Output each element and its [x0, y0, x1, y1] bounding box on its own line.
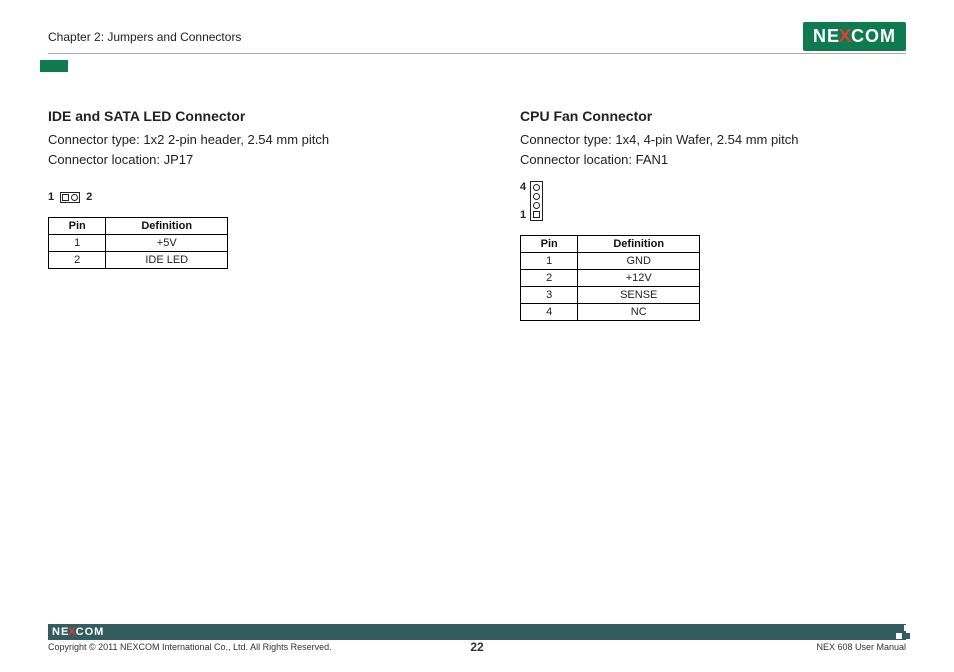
- pin-label-4: 4: [520, 181, 526, 193]
- th-pin: Pin: [49, 218, 106, 235]
- pin-1-icon: [533, 211, 540, 218]
- cell-pin: 2: [521, 270, 578, 287]
- connector-type-line: Connector type: 1x2 2-pin header, 2.54 m…: [48, 130, 434, 150]
- th-definition: Definition: [106, 218, 228, 235]
- footer-crop-marks-icon: [896, 625, 910, 639]
- connector-diagram-1x4: 4 1: [520, 181, 906, 221]
- table-row: 3 SENSE: [521, 287, 700, 304]
- cell-pin: 2: [49, 252, 106, 269]
- th-pin: Pin: [521, 236, 578, 253]
- table-header-row: Pin Definition: [521, 236, 700, 253]
- cell-def: SENSE: [578, 287, 700, 304]
- logo-text-post: COM: [851, 26, 896, 47]
- cell-def: NC: [578, 304, 700, 321]
- header-accent-tab: [40, 60, 68, 72]
- logo-text-pre: NE: [52, 626, 69, 638]
- pin-label-1: 1: [520, 209, 526, 221]
- page-footer: NEXCOM Copyright © 2011 NEXCOM Internati…: [48, 624, 906, 652]
- cell-pin: 1: [521, 253, 578, 270]
- connector-diagram-1x2: 1 2: [48, 191, 434, 203]
- table-row: 2 IDE LED: [49, 252, 228, 269]
- page-number: 22: [48, 640, 906, 654]
- pin-table-right: Pin Definition 1 GND 2 +12V 3 SE: [520, 235, 700, 321]
- section-title: CPU Fan Connector: [520, 108, 906, 124]
- fan-pin-labels: 4 1: [520, 181, 526, 221]
- cell-def: +5V: [106, 235, 228, 252]
- pin-2-icon: [533, 202, 540, 209]
- pin-3-icon: [533, 193, 540, 200]
- pin-label-1: 1: [48, 191, 54, 203]
- connector-type-line: Connector type: 1x4, 4-pin Wafer, 2.54 m…: [520, 130, 906, 150]
- connector-outline: [60, 192, 80, 203]
- logo-text-post: COM: [76, 626, 105, 638]
- cell-pin: 1: [49, 235, 106, 252]
- section-cpu-fan: CPU Fan Connector Connector type: 1x4, 4…: [520, 108, 906, 321]
- footer-nexcom-logo: NEXCOM: [52, 624, 104, 640]
- table-header-row: Pin Definition: [49, 218, 228, 235]
- section-title: IDE and SATA LED Connector: [48, 108, 434, 124]
- cell-pin: 4: [521, 304, 578, 321]
- page-header: Chapter 2: Jumpers and Connectors NEXCOM: [48, 22, 906, 54]
- cell-def: +12V: [578, 270, 700, 287]
- cell-def: GND: [578, 253, 700, 270]
- chapter-title: Chapter 2: Jumpers and Connectors: [48, 30, 241, 44]
- connector-location-line: Connector location: JP17: [48, 150, 434, 170]
- logo-text-pre: NE: [813, 26, 840, 47]
- table-row: 2 +12V: [521, 270, 700, 287]
- pin-table-left: Pin Definition 1 +5V 2 IDE LED: [48, 217, 228, 269]
- cell-def: IDE LED: [106, 252, 228, 269]
- pin-2-icon: [71, 194, 78, 201]
- connector-location-line: Connector location: FAN1: [520, 150, 906, 170]
- footer-bar: NEXCOM: [48, 624, 906, 640]
- th-definition: Definition: [578, 236, 700, 253]
- pin-label-2: 2: [86, 191, 92, 203]
- pin-4-icon: [533, 184, 540, 191]
- nexcom-logo: NEXCOM: [803, 22, 906, 51]
- table-row: 1 GND: [521, 253, 700, 270]
- table-row: 4 NC: [521, 304, 700, 321]
- connector-outline: [530, 181, 543, 221]
- cell-pin: 3: [521, 287, 578, 304]
- section-ide-sata-led: IDE and SATA LED Connector Connector typ…: [48, 108, 434, 321]
- pin-1-icon: [62, 194, 69, 201]
- logo-text-x: X: [838, 26, 852, 47]
- table-row: 1 +5V: [49, 235, 228, 252]
